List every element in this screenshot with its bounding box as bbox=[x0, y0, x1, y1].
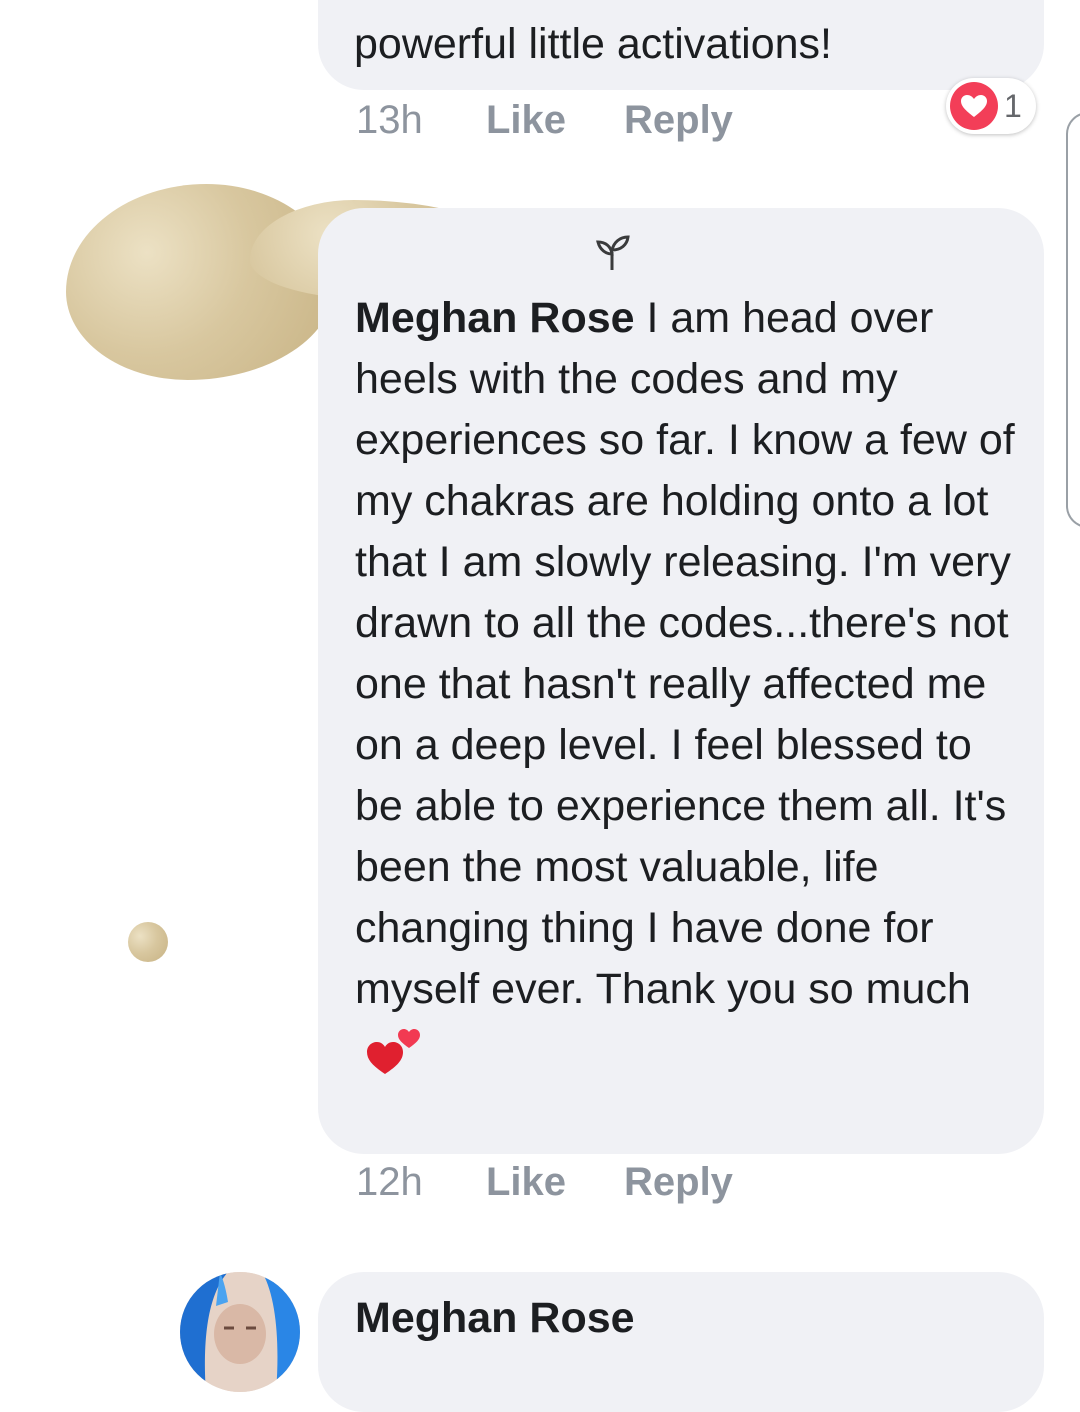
previous-comment-time: 13h bbox=[356, 98, 423, 142]
main-comment-reply-button[interactable]: Reply bbox=[624, 1160, 733, 1205]
sprout-icon bbox=[596, 235, 630, 270]
next-comment-author-name[interactable]: Meghan Rose bbox=[355, 1292, 635, 1344]
previous-comment-actions: 13h Like Reply bbox=[356, 98, 733, 143]
main-comment-time: 12h bbox=[356, 1160, 423, 1204]
love-reaction-icon bbox=[950, 82, 998, 130]
avatar[interactable] bbox=[180, 1272, 300, 1392]
main-comment-actions: 12h Like Reply bbox=[356, 1160, 733, 1205]
main-comment-text: I am head over heels with the codes and … bbox=[355, 294, 1015, 1013]
main-comment-bubble[interactable]: Meghan Rose I am head over heels with th… bbox=[318, 208, 1044, 1154]
previous-comment-bubble[interactable]: powerful little activations! bbox=[318, 0, 1044, 90]
redaction-glitter-dot bbox=[128, 922, 168, 962]
two-hearts-icon bbox=[365, 1020, 423, 1095]
comment-author-name[interactable]: Meghan Rose bbox=[355, 294, 635, 342]
reaction-summary[interactable]: 1 bbox=[946, 78, 1036, 134]
next-comment-bubble[interactable]: Meghan Rose bbox=[318, 1272, 1044, 1412]
previous-comment-reply-button[interactable]: Reply bbox=[624, 98, 733, 143]
previous-comment-text: powerful little activations! bbox=[354, 20, 832, 68]
main-comment-body: Meghan Rose I am head over heels with th… bbox=[355, 288, 1015, 1095]
scrollbar-edge bbox=[1066, 112, 1080, 528]
previous-comment-like-button[interactable]: Like bbox=[486, 98, 624, 143]
reaction-count: 1 bbox=[1004, 87, 1022, 124]
main-comment-like-button[interactable]: Like bbox=[486, 1160, 624, 1205]
